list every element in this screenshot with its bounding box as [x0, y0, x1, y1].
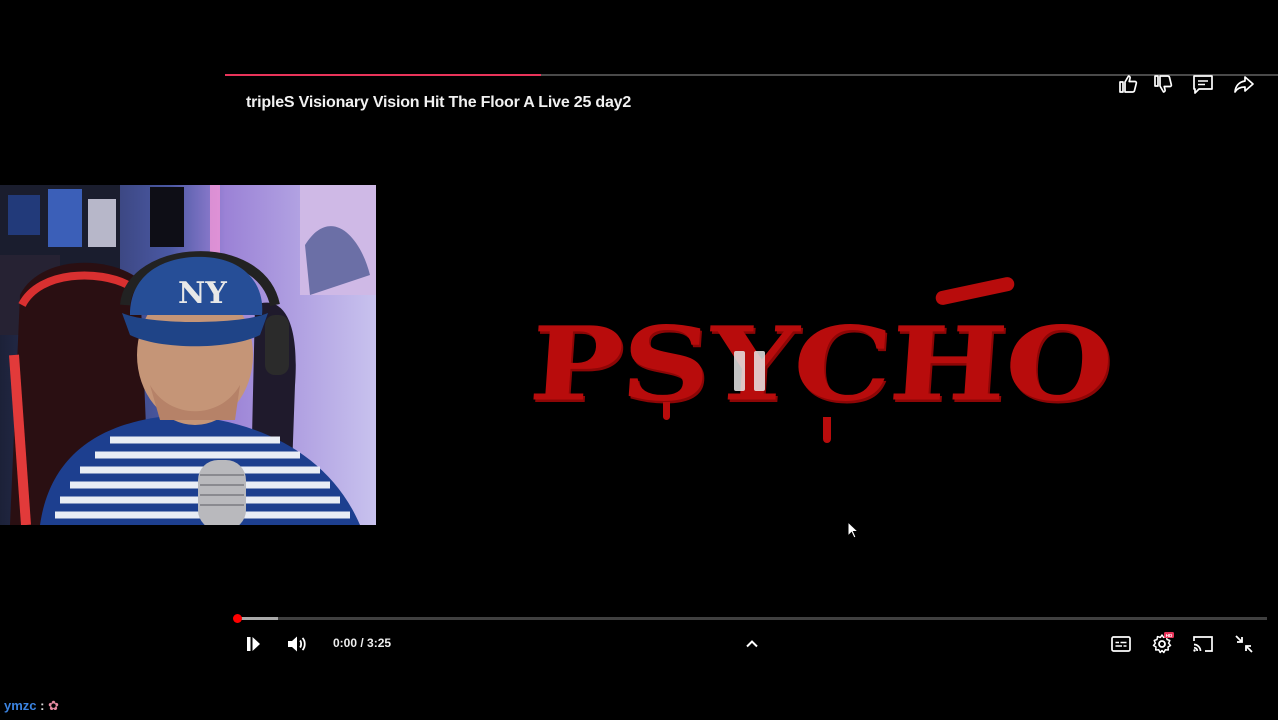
- psycho-title-graphic: PSYCHO: [525, 305, 1116, 425]
- stream-screen: tripleS Visionary Vision Hit The Floor A…: [0, 0, 1278, 720]
- cast-icon[interactable]: [1191, 632, 1215, 656]
- chat-username[interactable]: ymzc: [4, 698, 37, 713]
- share-icon[interactable]: [1232, 72, 1256, 96]
- seek-bar[interactable]: [233, 614, 1267, 623]
- webcam-feed: NY: [0, 185, 376, 525]
- gear-icon[interactable]: HD: [1150, 632, 1174, 656]
- streamer-illustration: NY: [0, 185, 376, 525]
- cap-logo: NY: [178, 276, 227, 311]
- chevron-up-icon[interactable]: [740, 632, 764, 656]
- thumbs-down-icon[interactable]: [1151, 72, 1175, 96]
- thumbs-up-icon[interactable]: [1116, 72, 1140, 96]
- seek-handle[interactable]: [233, 614, 242, 623]
- chat-separator: :: [36, 698, 49, 713]
- paint-drip: [823, 417, 831, 443]
- comment-icon[interactable]: [1191, 72, 1215, 96]
- volume-icon[interactable]: [285, 632, 309, 656]
- captions-icon[interactable]: [1109, 632, 1133, 656]
- emote-icon: ✿: [48, 698, 59, 713]
- time-total: 3:25: [367, 636, 392, 650]
- chat-message: ymzc : ✿: [4, 698, 59, 714]
- chapter-progress-fill: [225, 74, 541, 76]
- exit-fullscreen-icon[interactable]: [1232, 632, 1256, 656]
- time-display: 0:00 / 3:25: [333, 636, 391, 650]
- play-pause-icon[interactable]: [241, 632, 265, 656]
- mouse-cursor-icon: [847, 521, 859, 539]
- pause-indicator: [732, 351, 768, 391]
- paint-drip: [663, 402, 670, 420]
- time-current: 0:00: [333, 636, 358, 650]
- seek-buffer: [237, 617, 279, 620]
- time-separator: /: [357, 636, 368, 650]
- settings-badge: HD: [1166, 633, 1173, 638]
- video-player[interactable]: tripleS Visionary Vision Hit The Floor A…: [225, 72, 1278, 672]
- video-title[interactable]: tripleS Visionary Vision Hit The Floor A…: [246, 94, 631, 112]
